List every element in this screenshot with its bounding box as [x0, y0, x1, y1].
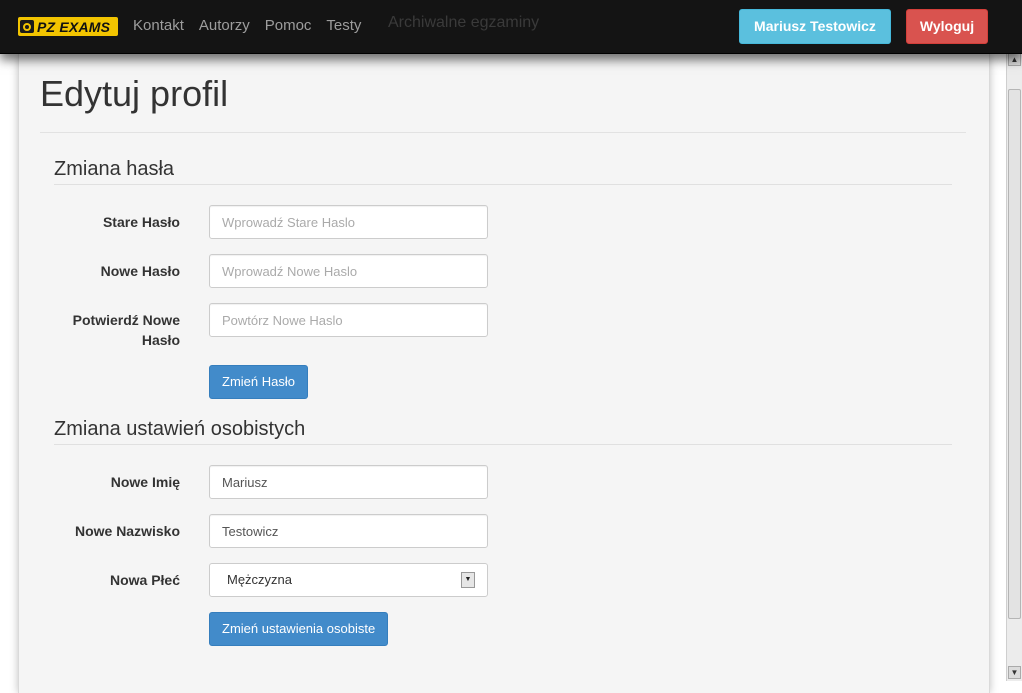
confirm-password-input[interactable] — [209, 303, 488, 337]
personal-section-divider — [54, 444, 952, 445]
nav-link-kontakt[interactable]: Kontakt — [133, 17, 184, 34]
change-personal-settings-button[interactable]: Zmień ustawienia osobiste — [209, 612, 389, 646]
page-scrollbar[interactable]: ▲ ▼ — [1006, 53, 1022, 681]
new-password-input[interactable] — [209, 254, 488, 288]
logout-button[interactable]: Wyloguj — [906, 9, 988, 44]
lastname-label: Nowe Nazwisko — [74, 523, 180, 539]
firstname-input[interactable] — [209, 465, 488, 499]
personal-section-title: Zmiana ustawień osobistych — [54, 418, 306, 440]
top-navbar: Archiwalne egzaminy PZ EXAMS Kontakt Aut… — [0, 0, 1022, 54]
edit-profile-panel: Edytuj profil Zmiana hasła Stare Hasło N… — [18, 53, 990, 693]
gender-select-value: Mężczyzna — [227, 572, 293, 587]
password-section-title: Zmiana hasła — [54, 158, 175, 180]
brand-logo[interactable]: PZ EXAMS — [18, 17, 118, 36]
scroll-up-arrow-icon[interactable]: ▲ — [1008, 53, 1021, 66]
user-profile-button[interactable]: Mariusz Testowicz — [739, 9, 891, 44]
nav-links: Kontakt Autorzy Pomoc Testy — [133, 17, 376, 34]
brand-text: PZ EXAMS — [37, 18, 111, 35]
scrollbar-thumb[interactable] — [1008, 89, 1021, 619]
old-password-input[interactable] — [209, 205, 488, 239]
gender-label: Nowa Płeć — [109, 572, 180, 588]
brand-badge-icon — [20, 20, 34, 33]
chevron-down-icon[interactable]: ▼ — [461, 572, 475, 588]
nav-link-autorzy[interactable]: Autorzy — [199, 17, 250, 34]
change-password-button[interactable]: Zmień Hasło — [209, 365, 308, 399]
new-password-label: Nowe Hasło — [100, 263, 180, 279]
password-section-divider — [54, 184, 952, 185]
title-divider — [40, 132, 966, 133]
page-title: Edytuj profil — [40, 73, 229, 114]
confirm-password-label-line2: Hasło — [141, 332, 180, 348]
confirm-password-label-line1: Potwierdź Nowe — [72, 312, 180, 328]
scroll-down-arrow-icon[interactable]: ▼ — [1008, 666, 1021, 679]
firstname-label: Nowe Imię — [110, 474, 180, 490]
nav-link-testy[interactable]: Testy — [326, 17, 361, 34]
lastname-input[interactable] — [209, 514, 488, 548]
gender-select[interactable]: Mężczyzna ▼ — [209, 563, 488, 597]
nav-link-pomoc[interactable]: Pomoc — [265, 17, 312, 34]
ghost-link-archive: Archiwalne egzaminy — [388, 14, 540, 31]
old-password-label: Stare Hasło — [102, 214, 180, 230]
